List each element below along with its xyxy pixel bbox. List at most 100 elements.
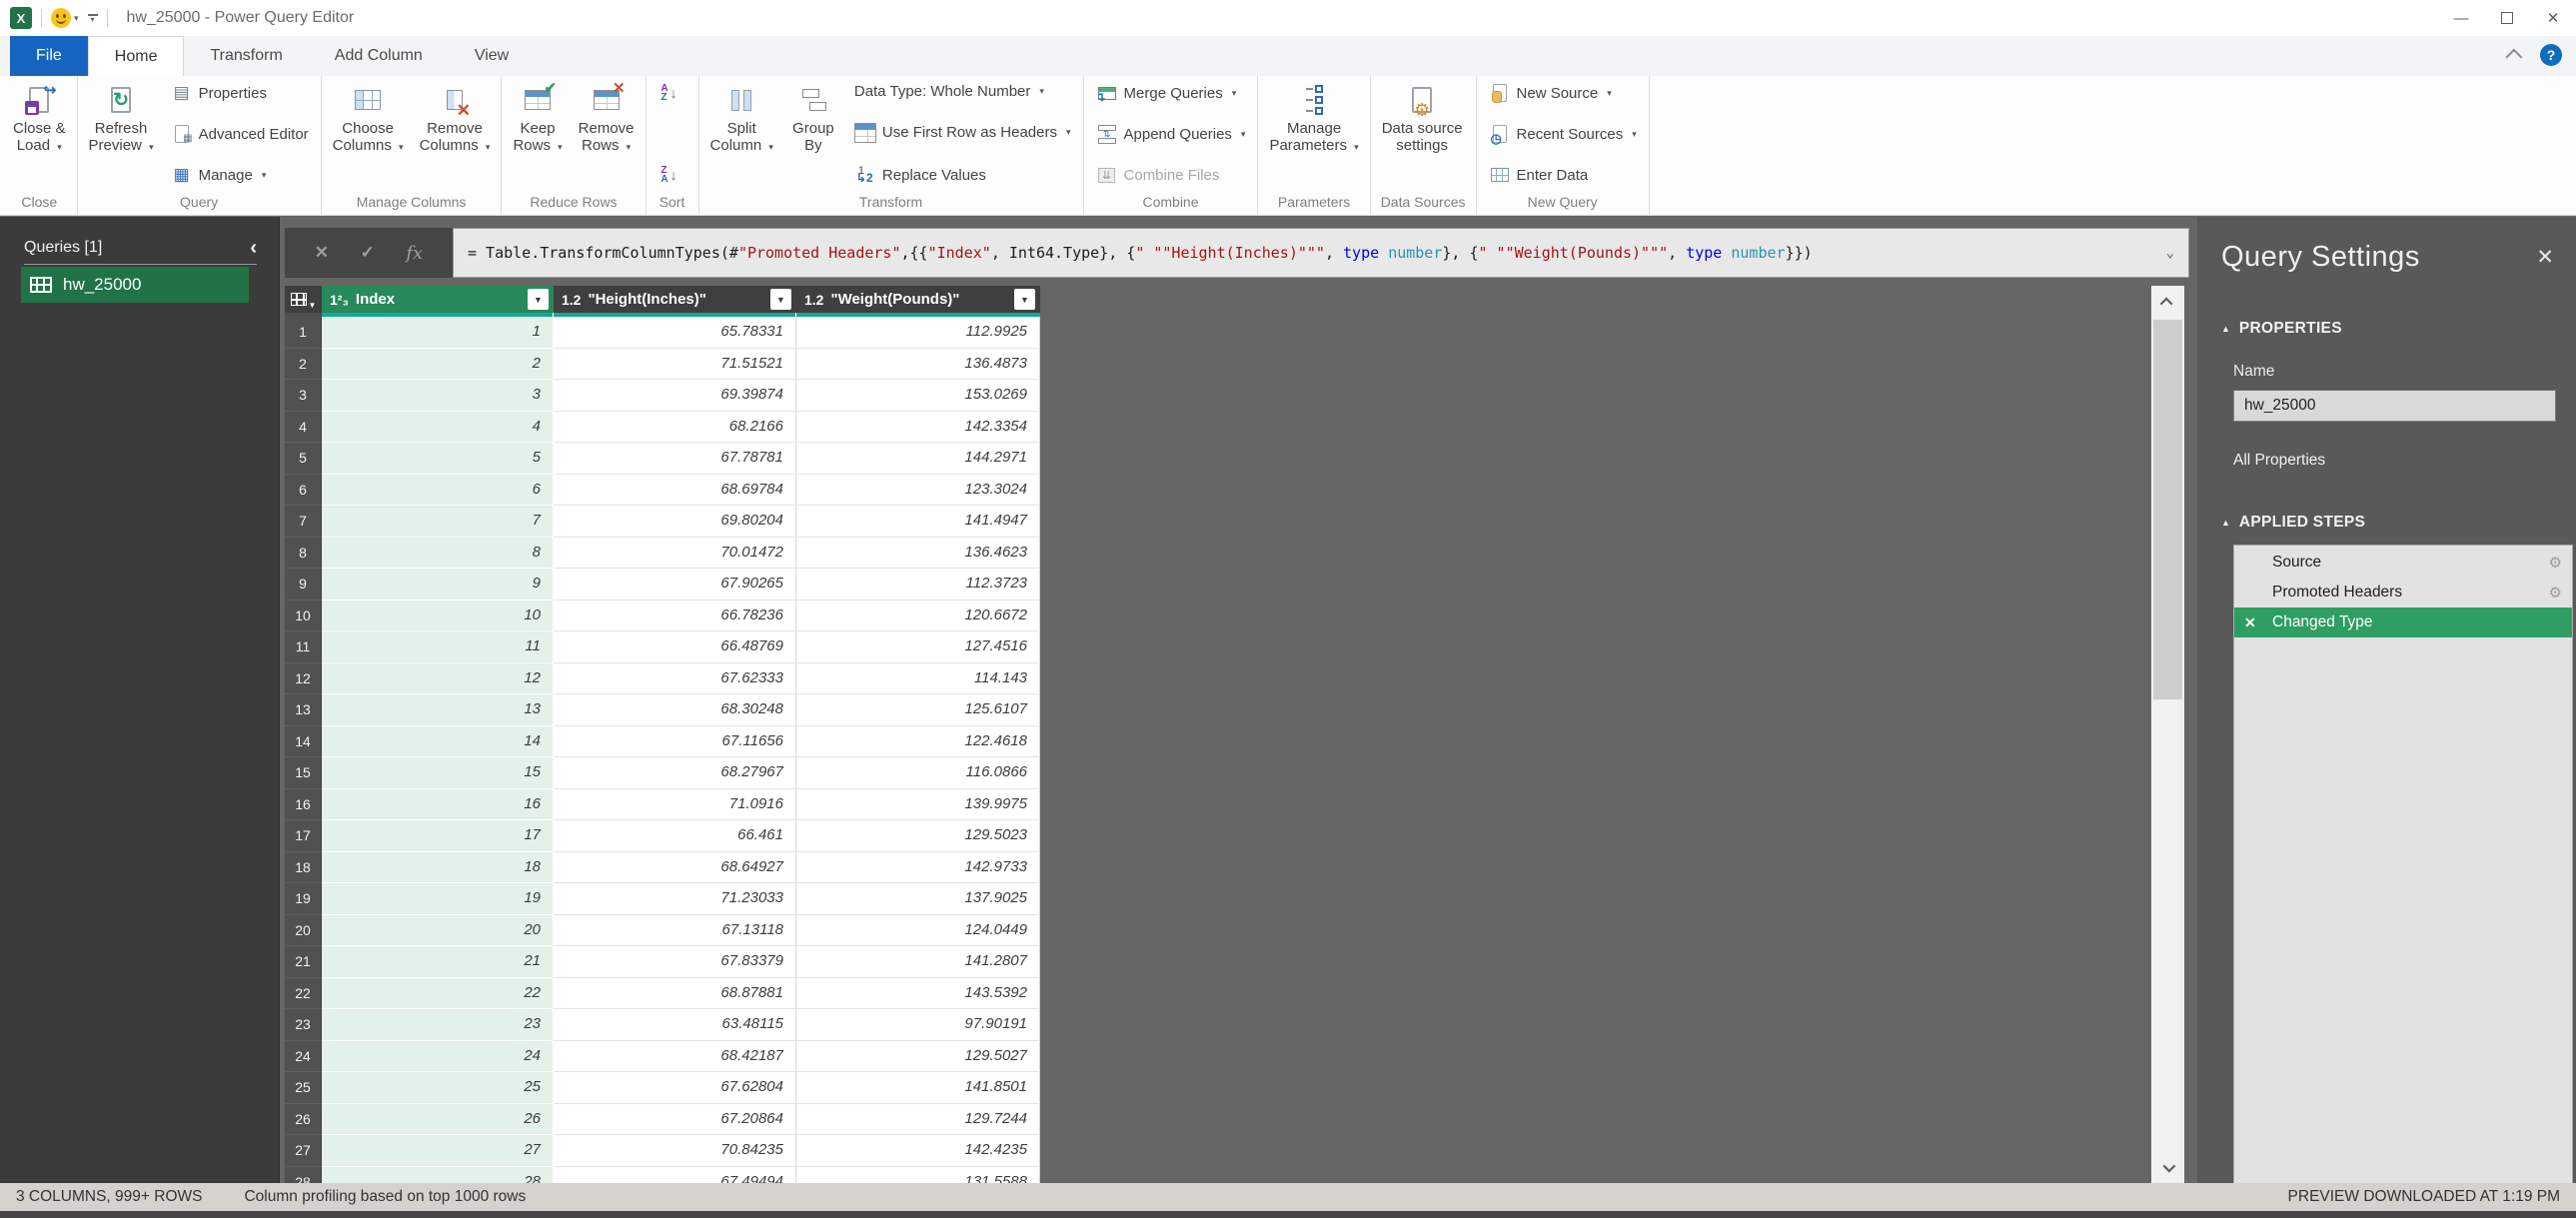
- row-number-cell[interactable]: 1: [285, 317, 322, 349]
- properties-section-header[interactable]: ▲ PROPERTIES: [2221, 320, 2576, 338]
- height-cell[interactable]: 66.461: [554, 820, 796, 852]
- row-number-cell[interactable]: 23: [285, 1009, 322, 1041]
- index-cell[interactable]: 3: [322, 380, 554, 412]
- weight-cell[interactable]: 120.6672: [796, 601, 1040, 632]
- index-cell[interactable]: 9: [322, 569, 554, 601]
- weight-cell[interactable]: 112.3723: [796, 569, 1040, 601]
- index-cell[interactable]: 12: [322, 663, 554, 695]
- index-cell[interactable]: 20: [322, 915, 554, 947]
- index-cell[interactable]: 17: [322, 820, 554, 852]
- status-profiling-note[interactable]: Column profiling based on top 1000 rows: [244, 1188, 526, 1206]
- row-number-cell[interactable]: 27: [285, 1135, 322, 1167]
- choose-columns-button[interactable]: ChooseColumns ▾: [326, 78, 411, 192]
- row-number-cell[interactable]: 26: [285, 1104, 322, 1136]
- weight-cell[interactable]: 143.5392: [796, 978, 1040, 1010]
- row-number-cell[interactable]: 25: [285, 1072, 322, 1104]
- weight-cell[interactable]: 139.9975: [796, 789, 1040, 821]
- row-number-cell[interactable]: 13: [285, 694, 322, 726]
- tab-add-column[interactable]: Add Column: [309, 36, 449, 76]
- index-cell[interactable]: 16: [322, 789, 554, 821]
- enter-data-button[interactable]: Enter Data: [1483, 164, 1643, 186]
- remove-columns-button[interactable]: ✕RemoveColumns ▾: [413, 78, 498, 192]
- tab-view[interactable]: View: [449, 36, 535, 76]
- index-cell[interactable]: 8: [322, 538, 554, 570]
- weight-cell[interactable]: 142.4235: [796, 1135, 1040, 1167]
- index-cell[interactable]: 24: [322, 1041, 554, 1073]
- row-number-cell[interactable]: 9: [285, 569, 322, 601]
- row-number-cell[interactable]: 2: [285, 349, 322, 381]
- chevron-down-icon[interactable]: ▾: [74, 13, 79, 24]
- height-cell[interactable]: 68.2166: [554, 412, 796, 444]
- row-number-cell[interactable]: 3: [285, 380, 322, 412]
- weight-cell[interactable]: 153.0269: [796, 380, 1040, 412]
- query-name-input[interactable]: [2233, 390, 2556, 422]
- height-cell[interactable]: 69.80204: [554, 506, 796, 538]
- height-cell[interactable]: 67.62804: [554, 1072, 796, 1104]
- index-cell[interactable]: 25: [322, 1072, 554, 1104]
- scrollbar-thumb[interactable]: [2153, 320, 2182, 699]
- index-cell[interactable]: 28: [322, 1167, 554, 1184]
- fx-icon[interactable]: fx: [406, 243, 423, 264]
- weight-cell[interactable]: 142.3354: [796, 412, 1040, 444]
- row-number-cell[interactable]: 18: [285, 852, 322, 884]
- height-cell[interactable]: 67.62333: [554, 663, 796, 695]
- refresh-preview-button[interactable]: ↻RefreshPreview ▾: [82, 78, 161, 192]
- filter-dropdown-button[interactable]: ▼: [1014, 289, 1035, 310]
- height-cell[interactable]: 70.84235: [554, 1135, 796, 1167]
- row-number-cell[interactable]: 12: [285, 663, 322, 695]
- row-number-cell[interactable]: 5: [285, 443, 322, 475]
- weight-cell[interactable]: 141.2807: [796, 946, 1040, 978]
- index-cell[interactable]: 2: [322, 349, 554, 381]
- height-cell[interactable]: 68.64927: [554, 852, 796, 884]
- filter-dropdown-button[interactable]: ▼: [528, 289, 549, 310]
- row-number-cell[interactable]: 17: [285, 820, 322, 852]
- manage-parameters-button[interactable]: ManageParameters ▾: [1262, 78, 1365, 192]
- index-cell[interactable]: 26: [322, 1104, 554, 1136]
- data-type-button[interactable]: Data Type: Whole Number▾: [848, 82, 1077, 101]
- index-cell[interactable]: 14: [322, 726, 554, 758]
- replace-values-button[interactable]: 1↳2Replace Values: [848, 164, 1077, 186]
- weight-cell[interactable]: 141.4947: [796, 506, 1040, 538]
- weight-cell[interactable]: 124.0449: [796, 915, 1040, 947]
- weight-cell[interactable]: 97.90191: [796, 1009, 1040, 1041]
- row-number-cell[interactable]: 21: [285, 946, 322, 978]
- sort-za-button[interactable]: ZA↓: [652, 164, 692, 186]
- sort-az-button[interactable]: AZ↓: [652, 82, 692, 104]
- close-load-button[interactable]: ↪Close &Load ▾: [6, 78, 73, 192]
- height-cell[interactable]: 68.87881: [554, 978, 796, 1010]
- split-column-button[interactable]: SplitColumn ▾: [703, 78, 780, 192]
- select-all-corner-button[interactable]: ▼: [285, 286, 322, 313]
- height-cell[interactable]: 68.42187: [554, 1041, 796, 1073]
- applied-step-source[interactable]: Source⚙: [2234, 548, 2572, 578]
- remove-rows-button[interactable]: ✕RemoveRows ▾: [572, 78, 642, 192]
- index-cell[interactable]: 22: [322, 978, 554, 1010]
- index-cell[interactable]: 19: [322, 883, 554, 915]
- row-number-cell[interactable]: 10: [285, 601, 322, 632]
- index-cell[interactable]: 15: [322, 757, 554, 789]
- weight-cell[interactable]: 122.4618: [796, 726, 1040, 758]
- height-cell[interactable]: 67.83379: [554, 946, 796, 978]
- applied-steps-section-header[interactable]: ▲ APPLIED STEPS: [2221, 514, 2576, 532]
- filter-dropdown-button[interactable]: ▼: [770, 289, 791, 310]
- append-queries-button[interactable]: ⇅Append Queries▾: [1090, 123, 1252, 145]
- height-cell[interactable]: 67.20864: [554, 1104, 796, 1136]
- collapse-queries-pane-icon[interactable]: ‹: [250, 241, 257, 255]
- applied-step-promoted-headers[interactable]: Promoted Headers⚙: [2234, 578, 2572, 608]
- height-cell[interactable]: 68.30248: [554, 694, 796, 726]
- index-cell[interactable]: 23: [322, 1009, 554, 1041]
- height-cell[interactable]: 63.48115: [554, 1009, 796, 1041]
- row-number-cell[interactable]: 7: [285, 506, 322, 538]
- height-cell[interactable]: 67.49494: [554, 1167, 796, 1184]
- height-cell[interactable]: 67.90265: [554, 569, 796, 601]
- height-cell[interactable]: 66.48769: [554, 631, 796, 663]
- weight-cell[interactable]: 129.5023: [796, 820, 1040, 852]
- row-number-cell[interactable]: 4: [285, 412, 322, 444]
- index-cell[interactable]: 5: [322, 443, 554, 475]
- smiley-qat-icon[interactable]: [51, 8, 71, 28]
- height-cell[interactable]: 66.78236: [554, 601, 796, 632]
- weight-cell[interactable]: 144.2971: [796, 443, 1040, 475]
- close-button[interactable]: ✕: [2530, 0, 2576, 36]
- height-cell[interactable]: 68.69784: [554, 475, 796, 507]
- delete-step-icon[interactable]: ✕: [2244, 614, 2256, 631]
- weight-cell[interactable]: 114.143: [796, 663, 1040, 695]
